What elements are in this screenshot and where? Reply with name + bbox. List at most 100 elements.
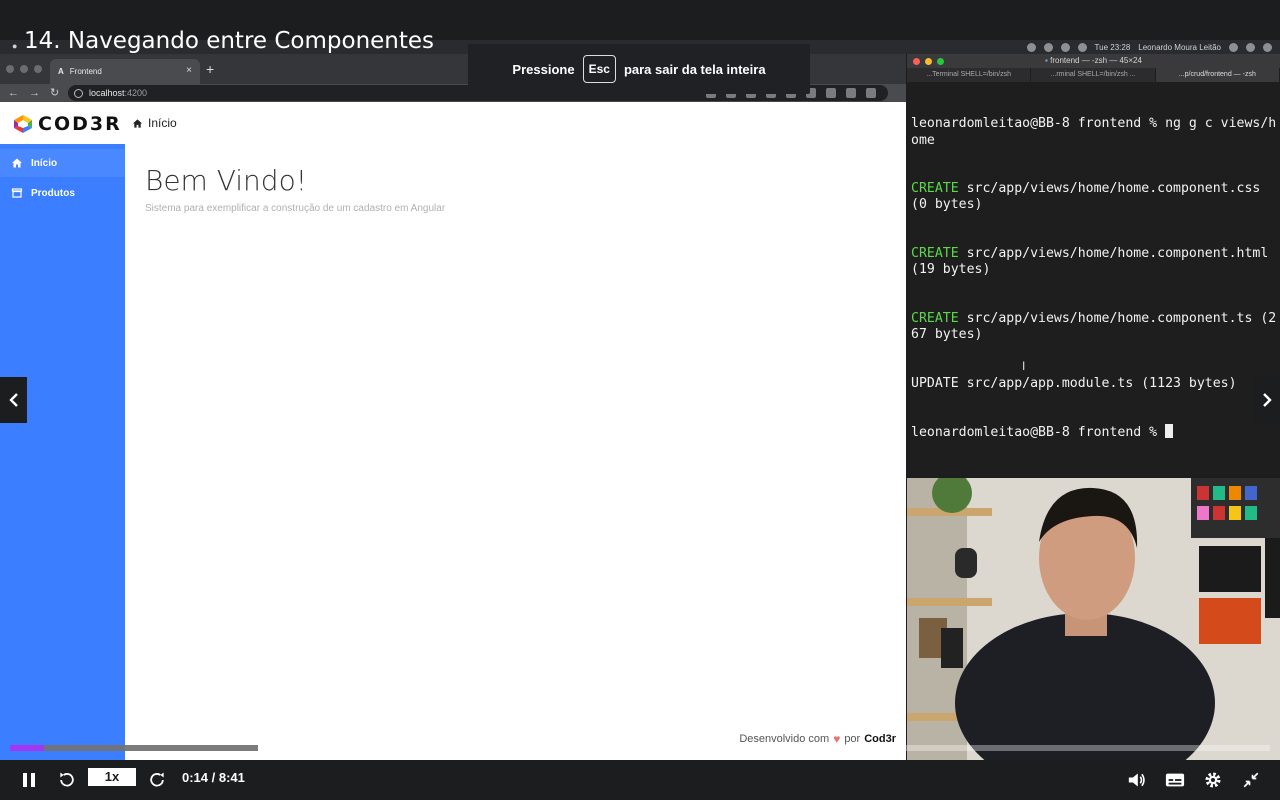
instructor-webcam (907, 478, 1280, 760)
volume-button[interactable] (1125, 768, 1149, 792)
terminal-text: src/app/views/home/home.component.css (0… (911, 181, 1269, 213)
pause-icon (23, 773, 35, 787)
player-controls: 1x 0:14 / 8:41 (0, 760, 1280, 800)
home-icon (12, 158, 22, 168)
store-icon (11, 188, 23, 198)
terminal-minimize-dot[interactable] (925, 58, 932, 65)
terminal-close-dot[interactable] (913, 58, 920, 65)
header-nav-label: Início (148, 116, 177, 130)
window-minimize-dot[interactable] (20, 65, 28, 73)
folder-icon: ▪ (1045, 56, 1048, 65)
close-tab-icon[interactable]: × (186, 65, 192, 76)
esc-key: Esc (582, 55, 616, 83)
pause-button[interactable] (17, 768, 41, 792)
forward-icon[interactable]: → (29, 86, 40, 100)
footer-mid: por (844, 733, 861, 745)
captions-icon (1165, 773, 1185, 787)
playback-speed-button[interactable]: 1x (88, 768, 136, 786)
reload-icon[interactable]: ↻ (50, 86, 59, 100)
chevron-right-icon (1262, 393, 1272, 407)
video-time: 0:14 / 8:41 (182, 770, 245, 785)
forward-icon (150, 772, 164, 787)
terminal-window: ▪ frontend — -zsh — 45×24 ...Terminal SH… (907, 54, 1280, 476)
exit-fullscreen-icon (1243, 772, 1259, 788)
terminal-tab[interactable]: ...Terminal SHELL=/bin/zsh (907, 68, 1032, 82)
terminal-label: CREATE (911, 181, 959, 197)
window-close-dot[interactable] (6, 65, 14, 73)
heart-icon: ♥ (833, 732, 841, 746)
footer-prefix: Desenvolvido com (739, 733, 830, 745)
exit-fullscreen-button[interactable] (1239, 768, 1263, 792)
terminal-line: leonardomleitao@BB-8 frontend % ng g c v… (911, 116, 1277, 148)
captions-button[interactable] (1163, 768, 1187, 792)
terminal-text: src/app/views/home/home.component.html (… (911, 246, 1277, 278)
browser-tab-title: Frontend (69, 67, 102, 76)
logo-text: COD3R (38, 113, 122, 135)
hint-before: Pressione (512, 61, 575, 77)
sidebar-item-produtos[interactable]: Produtos (0, 179, 125, 207)
terminal-tab[interactable]: ...rminal SHELL=/bin/zsh ... (1031, 68, 1156, 82)
main-content: Bem Vindo! Sistema para exemplificar a c… (125, 144, 906, 760)
ibeam-cursor-icon: I (1022, 359, 1026, 373)
rewind-icon (60, 772, 74, 787)
volume-icon (1077, 42, 1087, 52)
terminal-line: CREATE src/app/views/home/home.component… (911, 311, 1279, 343)
cod3r-logo-mark-icon (14, 115, 32, 133)
search-icon (1229, 42, 1238, 52)
lesson-title: 14. Navegando entre Componentes (24, 28, 435, 54)
footer-brand[interactable]: Cod3r (864, 733, 896, 745)
next-lecture-button[interactable] (1253, 377, 1280, 423)
browser-tab[interactable]: A Frontend × (50, 59, 200, 84)
url-port: :4200 (124, 88, 148, 98)
forward-button[interactable] (145, 768, 169, 792)
siri-icon (1246, 42, 1255, 52)
video-stage: ● Tue 23:28 Leonardo Moura Leitão A Fron… (0, 0, 1280, 800)
terminal-tab-active[interactable]: ...p/crud/frontend — -zsh (1155, 68, 1280, 82)
terminal-label: CREATE (911, 310, 959, 326)
terminal-cursor (1165, 424, 1174, 439)
profile-icon[interactable] (846, 88, 856, 98)
status-icon (1043, 42, 1053, 52)
new-tab-icon[interactable]: + (206, 62, 214, 76)
video-progress-bar[interactable] (10, 745, 1270, 751)
fullscreen-exit-hint: Pressione Esc para sair da tela inteira (468, 44, 810, 94)
sidebar: Início Produtos (0, 144, 125, 760)
status-icon (1026, 42, 1036, 52)
extension-icon[interactable] (826, 88, 836, 98)
volume-icon (1128, 773, 1145, 787)
window-zoom-dot[interactable] (34, 65, 42, 73)
page-title: Bem Vindo! (145, 164, 307, 197)
progress-buffered (10, 745, 259, 751)
menu-dots-icon[interactable] (866, 88, 876, 98)
wifi-icon (1060, 42, 1070, 52)
browser-window: A Frontend × + ← → ↻ localhost:4200 COD… (0, 54, 906, 760)
sidebar-item-inicio[interactable]: Início (0, 149, 125, 177)
terminal-prompt: leonardomleitao@BB-8 frontend % (911, 425, 1166, 441)
sidebar-item-label: Início (31, 157, 58, 169)
rewind-button[interactable] (55, 768, 79, 792)
terminal-tabs: ...Terminal SHELL=/bin/zsh ...rminal SHE… (907, 68, 1280, 82)
terminal-line: CREATE src/app/views/home/home.component… (911, 181, 1279, 213)
sidebar-item-label: Produtos (31, 187, 75, 199)
back-icon[interactable]: ← (8, 86, 19, 100)
terminal-line: leonardomleitao@BB-8 frontend % (911, 424, 1279, 441)
page-subtitle: Sistema para exemplificar a construção d… (145, 203, 446, 214)
terminal-zoom-dot[interactable] (937, 58, 944, 65)
apple-icon: ● (12, 41, 18, 51)
angular-favicon-icon: A (58, 67, 64, 76)
settings-button[interactable] (1201, 768, 1225, 792)
terminal-line: UPDATE src/app/app.module.ts (1123 bytes… (911, 375, 1237, 391)
home-icon (132, 118, 143, 128)
previous-lecture-button[interactable] (0, 377, 27, 423)
cod3r-logo[interactable]: COD3R (12, 113, 122, 135)
app-header: COD3R Início (0, 102, 906, 144)
terminal-output[interactable]: leonardomleitao@BB-8 frontend % ng g c v… (911, 84, 1279, 474)
header-nav-home[interactable]: Início (132, 116, 177, 130)
info-icon[interactable] (74, 88, 83, 98)
menu-bar-user: Leonardo Moura Leitão (1138, 42, 1221, 52)
terminal-text: src/app/views/home/home.component.ts (26… (911, 310, 1277, 343)
terminal-label: CREATE (911, 246, 959, 262)
url-host: localhost (89, 88, 125, 98)
app-footer: Desenvolvido com ♥ por Cod3r (739, 732, 896, 746)
gear-icon (1205, 772, 1221, 788)
